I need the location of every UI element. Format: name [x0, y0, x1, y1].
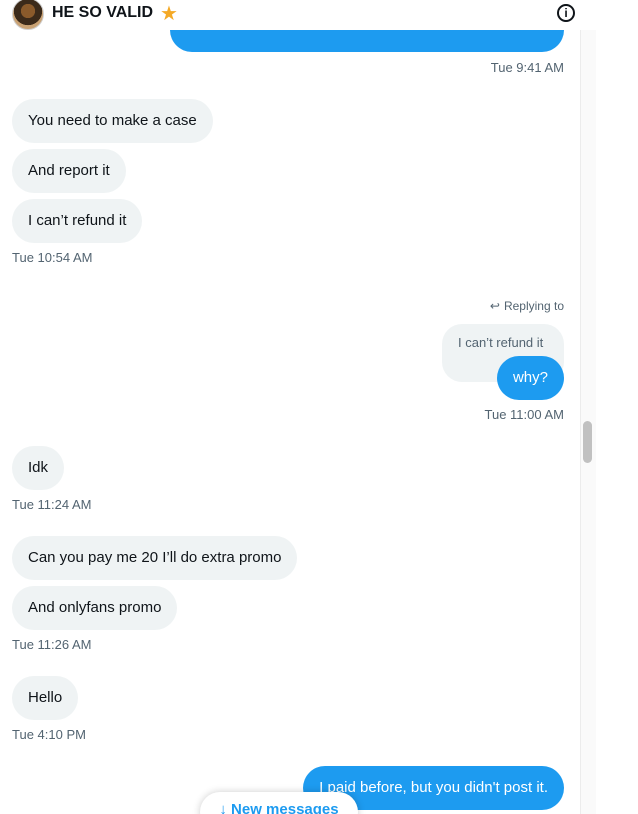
star-icon: ★: [160, 3, 178, 25]
incoming-message[interactable]: Idk: [12, 446, 65, 490]
info-icon[interactable]: i: [557, 4, 575, 22]
timestamp: Tue 9:41 AM: [490, 60, 564, 75]
incoming-message[interactable]: I can’t refund it: [12, 199, 143, 243]
scrollbar-thumb[interactable]: [583, 421, 592, 463]
conversation-title[interactable]: HE SO VALID: [52, 4, 153, 22]
timestamp: Tue 10:54 AM: [12, 250, 93, 265]
incoming-message[interactable]: And report it: [12, 149, 126, 193]
outgoing-message[interactable]: why?: [496, 356, 564, 400]
avatar[interactable]: [12, 0, 44, 30]
replying-to-text: Replying to: [503, 299, 564, 313]
timestamp: Tue 11:00 AM: [484, 407, 565, 422]
incoming-message[interactable]: And onlyfans promo: [12, 586, 178, 630]
incoming-message[interactable]: Hello: [12, 676, 79, 720]
incoming-message[interactable]: You need to make a case: [12, 99, 213, 143]
timestamp: Tue 4:10 PM: [12, 727, 86, 742]
conversation: Tue 9:41 AM You need to make a case And …: [0, 0, 580, 814]
reply-arrow-icon: ↩: [489, 299, 500, 313]
new-messages-button[interactable]: ↓ New messages: [200, 792, 358, 814]
conversation-header: HE SO VALID ★ i: [0, 0, 596, 30]
page-edge: [596, 0, 638, 814]
timestamp: Tue 11:24 AM: [12, 497, 92, 512]
incoming-message[interactable]: Can you pay me 20 I’ll do extra promo: [12, 536, 298, 580]
scrollbar-track[interactable]: [580, 0, 596, 814]
timestamp: Tue 11:26 AM: [12, 637, 92, 652]
replying-to-label: ↩ Replying to: [490, 299, 564, 313]
